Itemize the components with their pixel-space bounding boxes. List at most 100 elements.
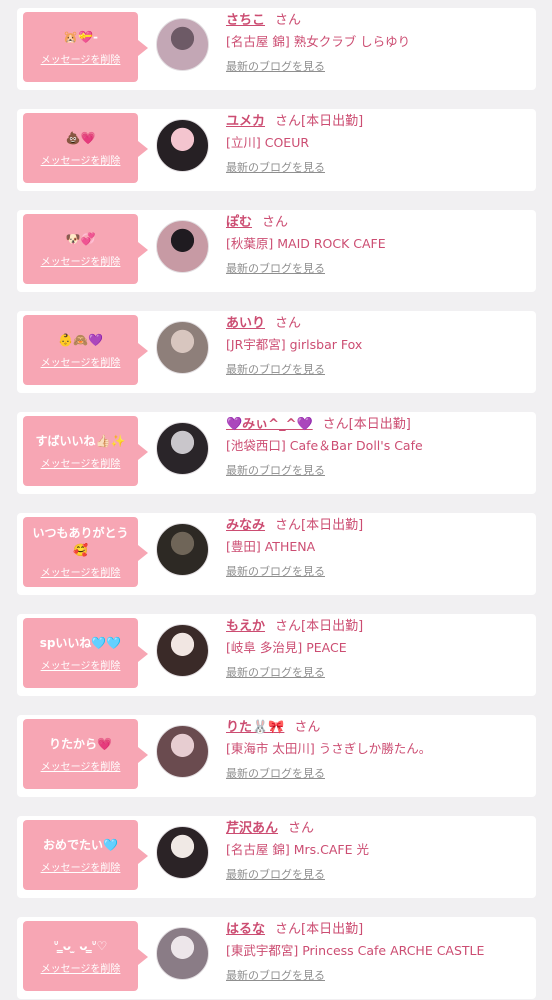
avatar[interactable] bbox=[156, 624, 209, 677]
girl-name-link[interactable]: みなみ bbox=[226, 518, 265, 533]
profile-info: ユメカ さん[本日出勤] [立川] COEUR 最新のブログを見る bbox=[226, 112, 531, 176]
latest-blog-link[interactable]: 最新のブログを見る bbox=[226, 59, 531, 75]
delete-message-link[interactable]: メッセージを削除 bbox=[41, 564, 121, 579]
shop-location: [豊田] ATHENA bbox=[226, 539, 316, 554]
profile-info: もえか さん[本日出勤] [岐阜 多治見] PEACE 最新のブログを見る bbox=[226, 617, 531, 681]
latest-blog-link[interactable]: 最新のブログを見る bbox=[226, 463, 531, 479]
avatar[interactable] bbox=[156, 18, 209, 71]
name-row: さちこ さん bbox=[226, 11, 531, 31]
shop-location: [立川] COEUR bbox=[226, 135, 310, 150]
latest-blog-link[interactable]: 最新のブログを見る bbox=[226, 160, 531, 176]
bubble-message-text: 💩💗 bbox=[65, 130, 96, 145]
delete-message-link[interactable]: メッセージを削除 bbox=[41, 657, 121, 672]
honorific-status: さん bbox=[288, 821, 315, 836]
honorific-status: さん[本日出勤] bbox=[275, 619, 364, 634]
message-card: いつもありがとう🥰 メッセージを削除 みなみ さん[本日出勤] [豊田] ATHE… bbox=[17, 513, 536, 595]
girl-name-link[interactable]: 💜みぃ^_^💜 bbox=[226, 417, 313, 432]
delete-message-link[interactable]: メッセージを削除 bbox=[41, 960, 121, 975]
profile-info: 芹沢あん さん [名古屋 錦] Mrs.CAFE 光 最新のブログを見る bbox=[226, 819, 531, 883]
latest-blog-link[interactable]: 最新のブログを見る bbox=[226, 261, 531, 277]
honorific-status: さん[本日出勤] bbox=[275, 518, 364, 533]
girl-name-link[interactable]: りた🐰🎀 bbox=[226, 720, 284, 735]
girl-name-link[interactable]: 芹沢あん bbox=[226, 821, 278, 836]
profile-info: さちこ さん [名古屋 錦] 熟女クラブ しらゆり 最新のブログを見る bbox=[226, 11, 531, 75]
message-card: すばいいね👍🏻✨ メッセージを削除 💜みぃ^_^💜 さん[本日出勤] [池袋西口]… bbox=[17, 412, 536, 494]
shop-location: [名古屋 錦] Mrs.CAFE 光 bbox=[226, 842, 369, 857]
name-row: 💜みぃ^_^💜 さん[本日出勤] bbox=[226, 415, 531, 435]
message-card: ᐡ ̳ᴗ ̫ ᴗ ̳ᐡ♡ メッセージを削除 はるな さん[本日出勤] [東武宇都宮… bbox=[17, 917, 536, 999]
message-card: 👶🙈💜 メッセージを削除 あいり さん [JR宇都宮] girlsbar Fox … bbox=[17, 311, 536, 393]
avatar[interactable] bbox=[156, 725, 209, 778]
message-bubble: 🐹💝- メッセージを削除 bbox=[23, 12, 148, 82]
honorific-status: さん bbox=[275, 316, 302, 331]
avatar[interactable] bbox=[156, 826, 209, 879]
shop-location: [名古屋 錦] 熟女クラブ しらゆり bbox=[226, 34, 411, 49]
girl-name-link[interactable]: ユメカ bbox=[226, 114, 265, 129]
profile-info: 💜みぃ^_^💜 さん[本日出勤] [池袋西口] Cafe＆Bar Doll's C… bbox=[226, 415, 531, 479]
avatar[interactable] bbox=[156, 523, 209, 576]
avatar[interactable] bbox=[156, 119, 209, 172]
latest-blog-link[interactable]: 最新のブログを見る bbox=[226, 564, 531, 580]
honorific-status: さん[本日出勤] bbox=[275, 922, 364, 937]
avatar[interactable] bbox=[156, 927, 209, 980]
message-bubble: りたから💗 メッセージを削除 bbox=[23, 719, 148, 789]
profile-info: はるな さん[本日出勤] [東武宇都宮] Princess Cafe ARCHE … bbox=[226, 920, 531, 984]
shop-location: [東海市 太田川] うさぎしか勝たん。 bbox=[226, 741, 432, 756]
latest-blog-link[interactable]: 最新のブログを見る bbox=[226, 665, 531, 681]
latest-blog-link[interactable]: 最新のブログを見る bbox=[226, 968, 531, 984]
message-bubble: 🐶💞 メッセージを削除 bbox=[23, 214, 148, 284]
name-row: あいり さん bbox=[226, 314, 531, 334]
delete-message-link[interactable]: メッセージを削除 bbox=[41, 51, 121, 66]
latest-blog-link[interactable]: 最新のブログを見る bbox=[226, 362, 531, 378]
honorific-status: さん bbox=[294, 720, 321, 735]
girl-name-link[interactable]: あいり bbox=[226, 316, 265, 331]
message-bubble: おめでたい🩵 メッセージを削除 bbox=[23, 820, 148, 890]
delete-message-link[interactable]: メッセージを削除 bbox=[41, 152, 121, 167]
delete-message-link[interactable]: メッセージを削除 bbox=[41, 859, 121, 874]
avatar[interactable] bbox=[156, 321, 209, 374]
name-row: はるな さん[本日出勤] bbox=[226, 920, 531, 940]
profile-info: みなみ さん[本日出勤] [豊田] ATHENA 最新のブログを見る bbox=[226, 516, 531, 580]
latest-blog-link[interactable]: 最新のブログを見る bbox=[226, 766, 531, 782]
delete-message-link[interactable]: メッセージを削除 bbox=[41, 354, 121, 369]
message-card: 💩💗 メッセージを削除 ユメカ さん[本日出勤] [立川] COEUR 最新のブロ… bbox=[17, 109, 536, 191]
girl-name-link[interactable]: さちこ bbox=[226, 13, 265, 28]
name-row: りた🐰🎀 さん bbox=[226, 718, 531, 738]
name-row: ぽむ さん bbox=[226, 213, 531, 233]
bubble-message-text: spいいね🩵🩵 bbox=[39, 635, 122, 650]
avatar[interactable] bbox=[156, 220, 209, 273]
bubble-message-text: すばいいね👍🏻✨ bbox=[35, 433, 126, 448]
bubble-message-text: いつもありがとう🥰 bbox=[32, 526, 129, 557]
bubble-message-text: 🐹💝- bbox=[63, 29, 98, 44]
profile-info: あいり さん [JR宇都宮] girlsbar Fox 最新のブログを見る bbox=[226, 314, 531, 378]
delete-message-link[interactable]: メッセージを削除 bbox=[41, 253, 121, 268]
profile-info: ぽむ さん [秋葉原] MAID ROCK CAFE 最新のブログを見る bbox=[226, 213, 531, 277]
message-bubble: いつもありがとう🥰 メッセージを削除 bbox=[23, 517, 148, 587]
shop-location: [東武宇都宮] Princess Cafe ARCHE CASTLE bbox=[226, 943, 485, 958]
bubble-message-text: ᐡ ̳ᴗ ̫ ᴗ ̳ᐡ♡ bbox=[53, 938, 108, 953]
girl-name-link[interactable]: もえか bbox=[226, 619, 265, 634]
name-row: 芹沢あん さん bbox=[226, 819, 531, 839]
name-row: みなみ さん[本日出勤] bbox=[226, 516, 531, 536]
girl-name-link[interactable]: ぽむ bbox=[226, 215, 252, 230]
honorific-status: さん bbox=[275, 13, 302, 28]
message-card: 🐹💝- メッセージを削除 さちこ さん [名古屋 錦] 熟女クラブ しらゆり 最新… bbox=[17, 8, 536, 90]
profile-info: りた🐰🎀 さん [東海市 太田川] うさぎしか勝たん。 最新のブログを見る bbox=[226, 718, 531, 782]
message-card: spいいね🩵🩵 メッセージを削除 もえか さん[本日出勤] [岐阜 多治見] PE… bbox=[17, 614, 536, 696]
delete-message-link[interactable]: メッセージを削除 bbox=[41, 758, 121, 773]
message-bubble: 💩💗 メッセージを削除 bbox=[23, 113, 148, 183]
message-card: りたから💗 メッセージを削除 りた🐰🎀 さん [東海市 太田川] うさぎしか勝たん… bbox=[17, 715, 536, 797]
bubble-message-text: りたから💗 bbox=[49, 736, 112, 751]
message-bubble: すばいいね👍🏻✨ メッセージを削除 bbox=[23, 416, 148, 486]
message-list: 🐹💝- メッセージを削除 さちこ さん [名古屋 錦] 熟女クラブ しらゆり 最新… bbox=[0, 0, 552, 1000]
delete-message-link[interactable]: メッセージを削除 bbox=[41, 455, 121, 470]
shop-location: [岐阜 多治見] PEACE bbox=[226, 640, 347, 655]
honorific-status: さん[本日出勤] bbox=[275, 114, 364, 129]
avatar[interactable] bbox=[156, 422, 209, 475]
message-bubble: ᐡ ̳ᴗ ̫ ᴗ ̳ᐡ♡ メッセージを削除 bbox=[23, 921, 148, 991]
name-row: ユメカ さん[本日出勤] bbox=[226, 112, 531, 132]
message-card: おめでたい🩵 メッセージを削除 芹沢あん さん [名古屋 錦] Mrs.CAFE … bbox=[17, 816, 536, 898]
girl-name-link[interactable]: はるな bbox=[226, 922, 265, 937]
latest-blog-link[interactable]: 最新のブログを見る bbox=[226, 867, 531, 883]
honorific-status: さん[本日出勤] bbox=[322, 417, 411, 432]
